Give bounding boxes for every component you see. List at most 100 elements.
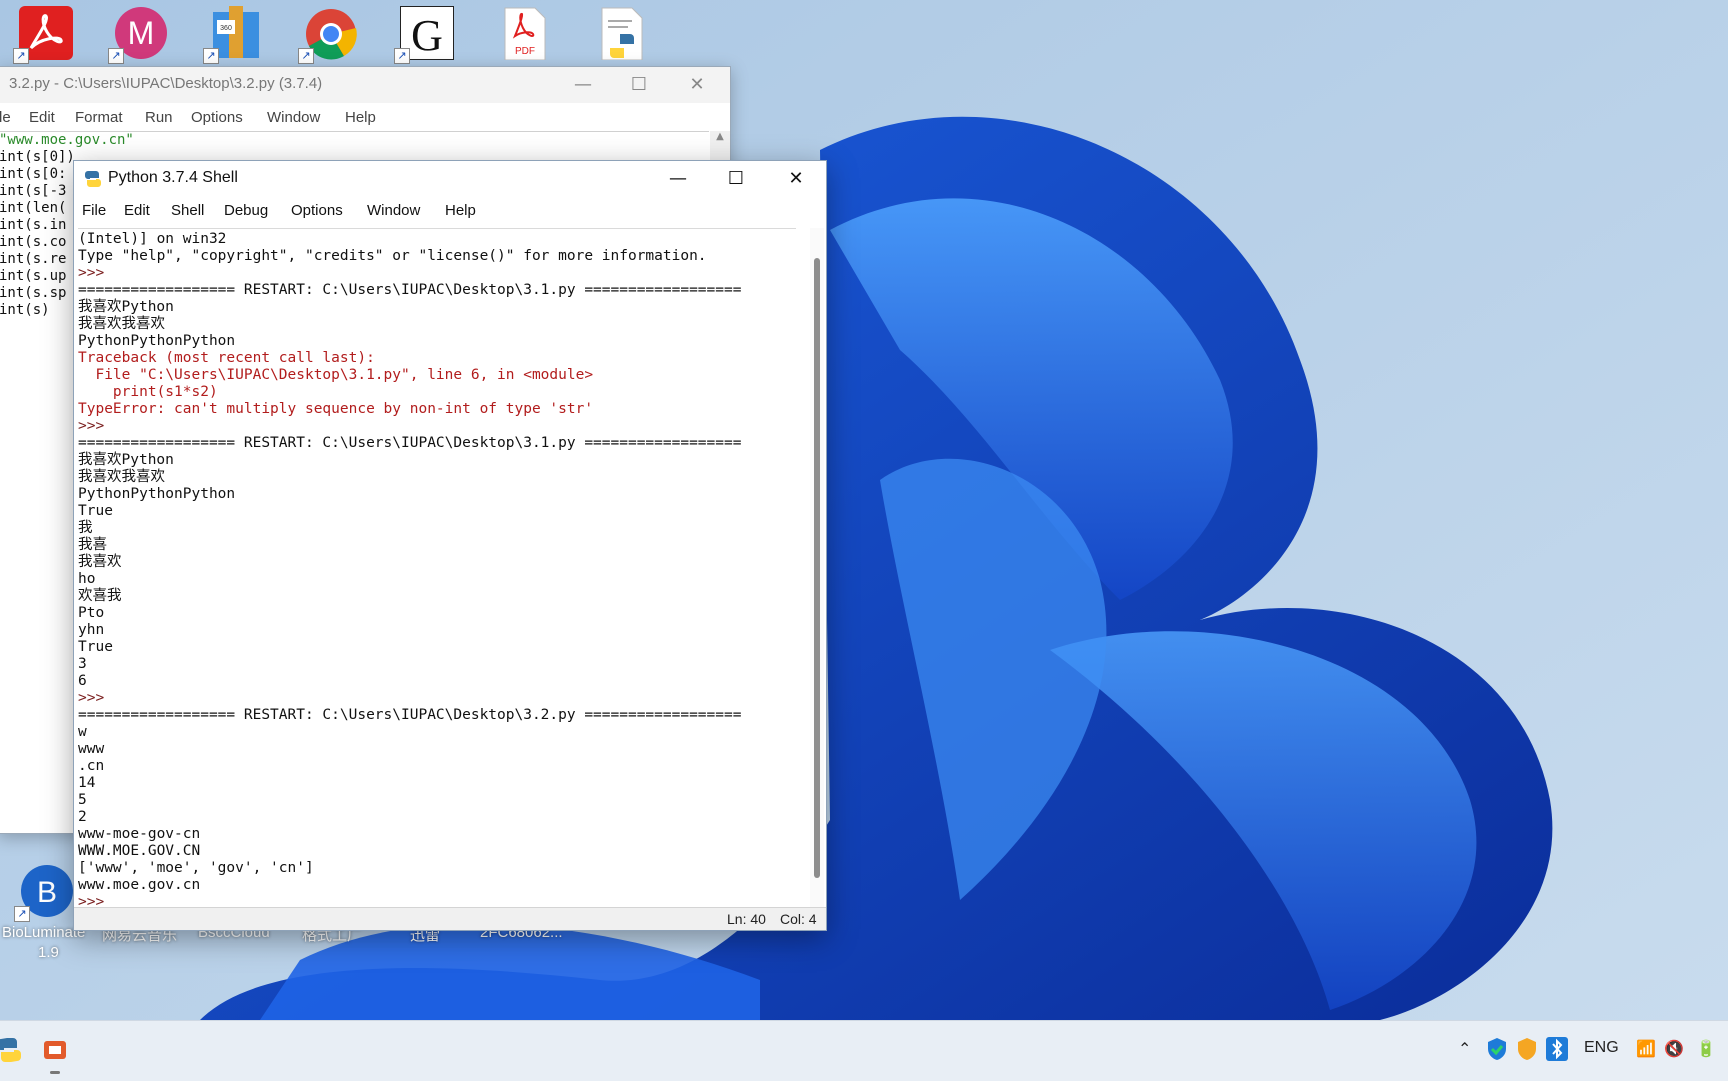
shell-output-line: yhn [78, 622, 105, 638]
code-line: "www.moe.gov.cn" [0, 132, 134, 148]
shell-scrollbar[interactable] [810, 228, 824, 908]
m-app-icon[interactable]: M ↗ [108, 2, 172, 64]
shell-menu-window[interactable]: Window [367, 202, 420, 219]
shell-output-line: 欢喜我 [78, 588, 122, 604]
shell-output-line: (Intel)] on win32 [78, 231, 227, 247]
shell-error-line: File "C:\Users\IUPAC\Desktop\3.1.py", li… [78, 367, 594, 383]
shell-prompt-line: >>> [78, 418, 113, 434]
editor-menu-format[interactable]: Format [75, 109, 123, 126]
editor-close-icon[interactable]: ✕ [669, 67, 725, 103]
taskbar-app-icon[interactable] [40, 1035, 70, 1065]
shell-menu-help[interactable]: Help [445, 202, 476, 219]
battery-icon[interactable]: 🔋 [1696, 1039, 1716, 1059]
shortcut-arrow-icon: ↗ [14, 906, 30, 922]
shell-output-line: 我喜欢我喜欢 [78, 469, 165, 485]
shell-menu-debug[interactable]: Debug [224, 202, 268, 219]
shortcut-arrow-icon: ↗ [203, 48, 219, 64]
shell-close-icon[interactable]: ✕ [768, 161, 824, 197]
shell-output-line: .cn [78, 758, 105, 774]
shell-prompt-line: >>> [78, 690, 113, 706]
editor-menu-options[interactable]: Options [191, 109, 243, 126]
taskbar-python-icon[interactable] [0, 1035, 24, 1065]
editor-maximize-icon[interactable]: ☐ [611, 67, 667, 103]
shell-output-line: w [78, 724, 87, 740]
bioluminate-version-label: 1.9 [38, 944, 59, 961]
shell-output-line: Type "help", "copyright", "credits" or "… [78, 248, 707, 264]
status-line-number: Ln: 40 [727, 911, 766, 927]
shell-statusbar: Ln: 40 Col: 4 [74, 907, 826, 930]
editor-menu-run[interactable]: Run [145, 109, 173, 126]
svg-text:PDF: PDF [515, 46, 535, 57]
chrome-icon[interactable]: ↗ [298, 2, 362, 64]
editor-window-title: 3.2.py - C:\Users\IUPAC\Desktop\3.2.py (… [9, 75, 323, 92]
bioluminate-icon[interactable]: B ↗ [14, 860, 78, 922]
editor-menu-file[interactable]: le [0, 109, 11, 126]
shell-minimize-icon[interactable]: — [650, 161, 706, 197]
shell-output-line: PythonPythonPython [78, 333, 236, 349]
svg-text:360: 360 [220, 25, 232, 32]
shell-maximize-icon[interactable]: ☐ [708, 161, 764, 197]
svg-text:M: M [128, 15, 155, 51]
shell-output-line: 3 [78, 656, 87, 672]
shell-output-line: 我喜欢我喜欢 [78, 316, 165, 332]
shell-output-line: WWW.MOE.GOV.CN [78, 843, 201, 859]
shell-output-line: 2 [78, 809, 87, 825]
python-icon [85, 171, 101, 187]
shell-output-line: 14 [78, 775, 96, 791]
shell-menu-file[interactable]: File [82, 202, 106, 219]
acrobat-reader-icon[interactable]: ↗ [13, 2, 77, 64]
winrar-icon[interactable]: 360 ↗ [203, 2, 267, 64]
shell-scroll-thumb[interactable] [814, 258, 820, 878]
shell-output-line: 我 [78, 520, 93, 536]
shell-output-line: www [78, 741, 105, 757]
shell-output-line: 5 [78, 792, 87, 808]
editor-menu-help[interactable]: Help [345, 109, 376, 126]
input-language-indicator[interactable]: ENG [1584, 1039, 1619, 1057]
shell-output-line: 我喜欢Python [78, 299, 174, 315]
shortcut-arrow-icon: ↗ [13, 48, 29, 64]
editor-menubar: le Edit Format Run Options Window Help [0, 103, 730, 133]
gaussview-icon[interactable]: G ↗ [394, 2, 458, 64]
editor-minimize-icon[interactable]: — [555, 67, 611, 103]
security-app-icon[interactable] [1516, 1037, 1538, 1061]
shell-menubar: File Edit Shell Debug Options Window Hel… [74, 197, 826, 227]
shortcut-arrow-icon: ↗ [108, 48, 124, 64]
shell-output-line: True [78, 503, 113, 519]
taskbar-running-indicator [50, 1071, 60, 1074]
shell-error-line: print(s1*s2) [78, 384, 218, 400]
shell-titlebar[interactable]: Python 3.7.4 Shell — ☐ ✕ [74, 161, 826, 197]
editor-menu-edit[interactable]: Edit [29, 109, 55, 126]
bluetooth-icon[interactable] [1546, 1037, 1568, 1061]
svg-text:G: G [411, 11, 443, 60]
shell-output-line: 6 [78, 673, 87, 689]
shell-output-line: 我喜欢Python [78, 452, 174, 468]
shell-output-line: PythonPythonPython [78, 486, 236, 502]
taskbar: ⌃ ENG 📶 🔇 🔋 [0, 1020, 1728, 1081]
shell-menu-shell[interactable]: Shell [171, 202, 204, 219]
python-shell-window[interactable]: Python 3.7.4 Shell — ☐ ✕ File Edit Shell… [73, 160, 827, 931]
pdf-file-icon[interactable]: PDF [491, 2, 555, 62]
shell-output-line: 我喜 [78, 537, 107, 553]
editor-menu-window[interactable]: Window [267, 109, 320, 126]
status-column-number: Col: 4 [780, 911, 817, 927]
python-file-icon[interactable] [588, 2, 652, 62]
shell-menu-options[interactable]: Options [291, 202, 343, 219]
shell-error-line: Traceback (most recent call last): [78, 350, 375, 366]
shell-error-line: TypeError: can't multiply sequence by no… [78, 401, 594, 417]
show-hidden-icons-icon[interactable]: ⌃ [1458, 1039, 1471, 1059]
defender-shield-icon[interactable] [1486, 1037, 1508, 1061]
shell-output-line: ================== RESTART: C:\Users\IUP… [78, 282, 742, 298]
shell-output-line: ================== RESTART: C:\Users\IUP… [78, 435, 742, 451]
shell-window-title: Python 3.7.4 Shell [108, 169, 238, 186]
shell-output-area[interactable]: (Intel)] on win32 Type "help", "copyright… [78, 228, 796, 911]
shortcut-arrow-icon: ↗ [298, 48, 314, 64]
shell-output-line: www-moe-gov-cn [78, 826, 201, 842]
shell-output-line: True [78, 639, 113, 655]
shell-output-line: ho [78, 571, 96, 587]
wifi-icon[interactable]: 📶 [1636, 1039, 1656, 1059]
shell-menu-edit[interactable]: Edit [124, 202, 150, 219]
editor-titlebar[interactable]: 3.2.py - C:\Users\IUPAC\Desktop\3.2.py (… [0, 67, 730, 103]
scroll-up-arrow-icon[interactable]: ▲ [710, 131, 730, 142]
volume-muted-icon[interactable]: 🔇 [1664, 1039, 1684, 1059]
shell-output-line: ['www', 'moe', 'gov', 'cn'] [78, 860, 314, 876]
